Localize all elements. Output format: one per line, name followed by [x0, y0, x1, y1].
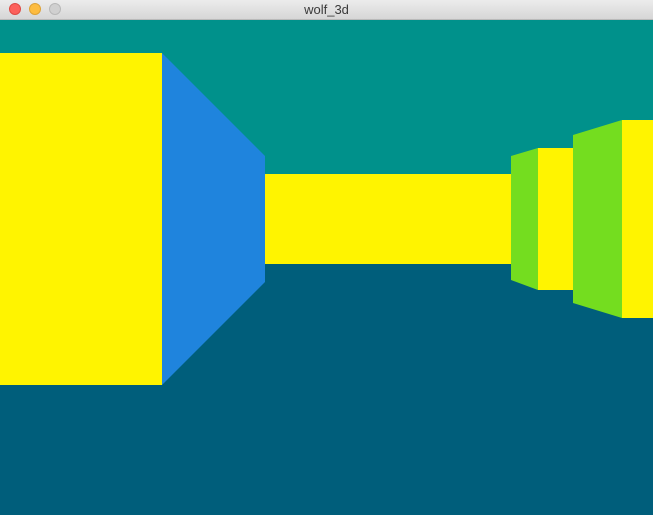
wall-center-far — [265, 174, 511, 264]
wall-right-side-1 — [511, 148, 538, 290]
wall-right-front-1 — [538, 148, 573, 290]
game-window: wolf_3d — [0, 0, 653, 515]
raycast-viewport[interactable] — [0, 20, 653, 515]
window-title: wolf_3d — [304, 2, 349, 17]
wall-right-side-2 — [573, 120, 622, 318]
scene-svg — [0, 20, 653, 515]
wall-right-front-2 — [622, 120, 653, 318]
wall-left-front — [0, 53, 162, 385]
title-bar[interactable]: wolf_3d — [0, 0, 653, 20]
